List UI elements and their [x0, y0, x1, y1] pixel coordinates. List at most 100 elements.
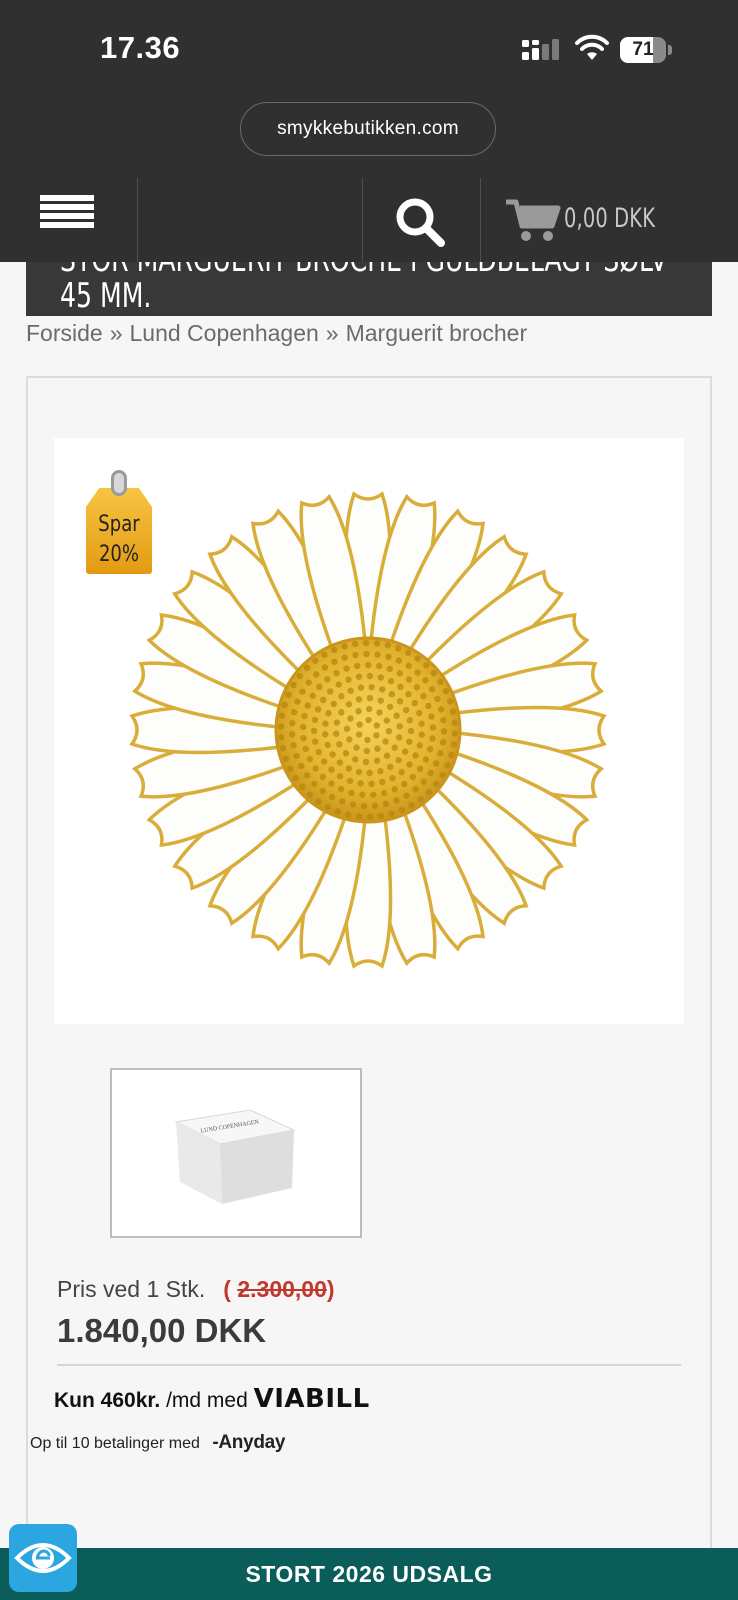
daisy-center-dot — [366, 672, 374, 680]
daisy-center-dot — [286, 765, 294, 772]
daisy-center-dot — [386, 703, 394, 710]
daisy-center-dot — [306, 755, 314, 763]
daisy-center-dot — [450, 741, 457, 748]
daisy-center-dot — [314, 706, 322, 713]
battery-percent: 71 — [632, 39, 654, 60]
daisy-center-dot — [406, 717, 414, 724]
daisy-center-dot — [375, 662, 383, 670]
viabill-financing[interactable]: Kun 460kr. /md med VIABILL — [54, 1384, 370, 1414]
daisy-center-dot — [289, 719, 296, 727]
breadcrumb-link-category[interactable]: Marguerit brocher — [346, 320, 528, 346]
daisy-center-dot — [279, 712, 286, 719]
product-title-band: Stor Marguerit broche i guldbelagt sølv … — [26, 262, 712, 316]
daisy-center-dot — [380, 789, 388, 797]
daisy-center-dot — [368, 780, 375, 788]
anyday-text: Op til 10 betalinger med — [30, 1435, 200, 1452]
daisy-center-dot — [290, 681, 297, 689]
breadcrumb-link-brand[interactable]: Lund Copenhagen — [130, 320, 319, 346]
daisy-center-dot — [406, 761, 413, 768]
status-time: 17.36 — [100, 30, 181, 65]
daisy-center-dot — [353, 744, 360, 751]
daisy-center-dot — [383, 752, 391, 759]
daisy-center-dot — [402, 706, 410, 714]
hamburger-icon-bar — [40, 222, 94, 228]
daisy-center-dot — [391, 786, 398, 793]
daisy-center-dot — [338, 709, 345, 716]
accessibility-button[interactable] — [9, 1524, 77, 1592]
daisy-center-dot — [382, 800, 390, 808]
daisy-center-dot — [395, 756, 402, 764]
url-bar[interactable]: smykkebutikken.com — [240, 102, 496, 156]
daisy-center-dot — [362, 758, 370, 766]
daisy-center-dot — [346, 777, 354, 785]
tag-ring — [111, 470, 127, 496]
daisy-center-dot — [331, 658, 338, 666]
product-title: Stor Marguerit broche i guldbelagt sølv … — [60, 262, 667, 316]
daisy-center-dot — [355, 708, 362, 715]
daisy-center-dot — [303, 664, 311, 672]
product-thumbnail-box[interactable]: LUND COPENHAGEN — [110, 1068, 362, 1238]
daisy-center-dot — [446, 698, 454, 705]
daisy-center-dot — [413, 684, 421, 691]
daisy-center-dot — [379, 778, 386, 786]
current-price: 1.840,00 DKK — [57, 1312, 267, 1349]
daisy-center-dot — [355, 813, 363, 820]
hamburger-menu-button[interactable] — [40, 195, 96, 237]
daisy-center-dot — [363, 650, 370, 658]
daisy-center-dot — [334, 808, 341, 815]
daisy-center-dot — [364, 736, 371, 744]
daisy-center-dot — [411, 699, 419, 707]
nav-divider — [137, 178, 138, 262]
daisy-center-dot — [388, 691, 396, 698]
daisy-center-dot — [355, 696, 363, 703]
daisy-center-dot — [347, 715, 354, 722]
daisy-center-dot — [395, 657, 403, 664]
daisy-center-dot — [312, 765, 319, 772]
daisy-center-dot — [396, 670, 404, 677]
daisy-center-dot — [393, 712, 400, 719]
viabill-suffix: /md med — [166, 1389, 248, 1412]
cart-icon[interactable] — [506, 198, 562, 242]
daisy-center-dot — [374, 651, 381, 658]
daisy-center-dot — [328, 780, 335, 787]
daisy-center-dot — [414, 655, 421, 662]
daisy-center-dot — [387, 677, 395, 685]
nav-divider — [480, 178, 481, 262]
daisy-center-dot — [425, 788, 433, 796]
sale-banner[interactable]: STORT 2026 UDSALG — [0, 1548, 738, 1600]
anyday-financing[interactable]: Op til 10 betalinger med -Anyday — [30, 1432, 286, 1454]
hamburger-icon-bar — [40, 195, 94, 201]
daisy-center-dot — [403, 792, 410, 799]
daisy-center-dot — [417, 796, 424, 803]
daisy-center-dot — [386, 665, 394, 672]
daisy-center-dot — [342, 750, 350, 757]
daisy-center-dot — [357, 684, 365, 691]
daisy-center-dot — [397, 683, 404, 691]
daisy-center-dot — [285, 691, 292, 698]
daisy-center-dot — [319, 787, 326, 795]
breadcrumb-link-home[interactable]: Forside — [26, 320, 103, 346]
daisy-center-dot — [349, 801, 357, 808]
daisy-center-dot — [440, 728, 448, 735]
daisy-center-dot — [393, 797, 400, 804]
daisy-center-dot — [312, 657, 319, 664]
daisy-center-dot — [370, 791, 377, 798]
daisy-center-dot — [408, 802, 415, 809]
daisy-center-dot — [329, 751, 336, 758]
nav-divider — [362, 178, 363, 262]
daisy-center-dot — [451, 719, 458, 726]
daisy-center-dot — [357, 780, 364, 787]
daisy-center-dot — [351, 640, 359, 648]
daisy-center-dot — [322, 720, 329, 727]
cart-total[interactable]: 0,00 DKK — [564, 203, 655, 234]
daisy-center-dot — [377, 674, 384, 681]
daisy-center-dot — [406, 738, 413, 745]
daisy-center-dot — [412, 786, 419, 793]
daisy-center-dot — [439, 739, 447, 746]
sale-badge: Spar 20% — [86, 470, 152, 574]
daisy-center-dot — [366, 813, 374, 821]
daisy-center-dot — [373, 640, 381, 647]
daisy-center-dot — [290, 708, 298, 716]
search-icon[interactable] — [394, 196, 446, 248]
daisy-center-dot — [373, 732, 380, 739]
